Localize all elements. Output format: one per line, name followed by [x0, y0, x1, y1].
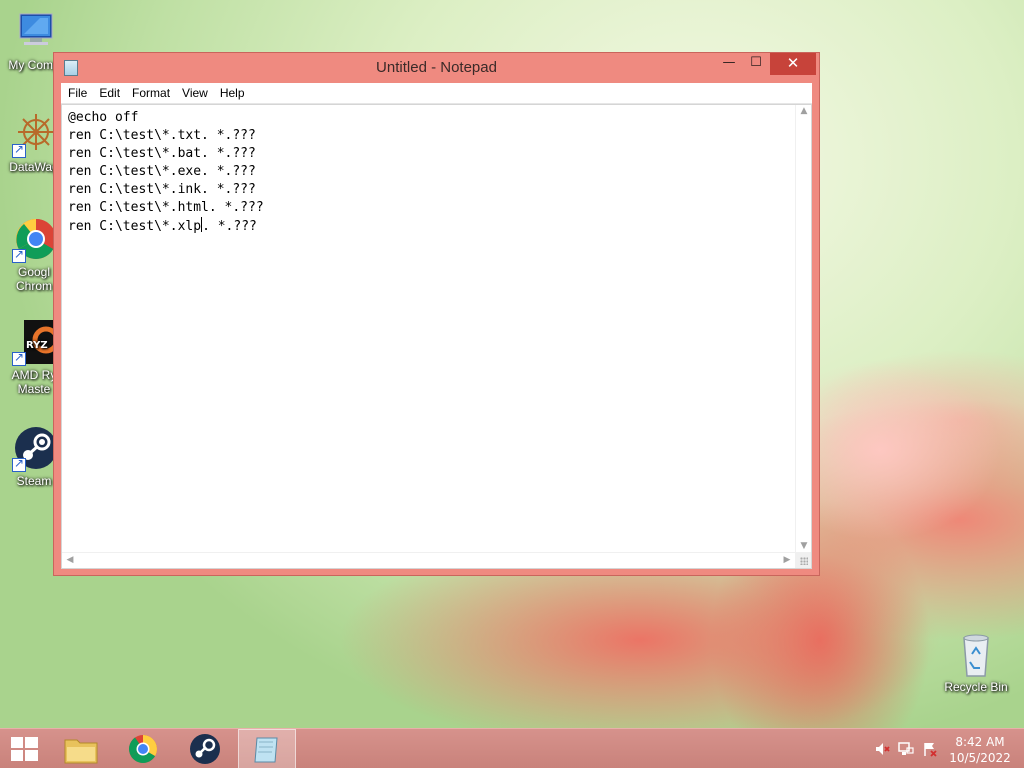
- action-center-flag-icon[interactable]: [922, 741, 938, 757]
- text-line: ren C:\test\*.bat. *.???: [68, 146, 256, 161]
- taskbar: 8:42 AM 10/5/2022: [0, 728, 1024, 769]
- text-line: @echo off: [68, 110, 139, 125]
- shortcut-arrow-icon: [12, 456, 26, 472]
- chrome-icon: [129, 735, 157, 763]
- resize-grip[interactable]: [795, 552, 811, 568]
- desktop-icon-recycle-bin[interactable]: Recycle Bin: [938, 630, 1014, 694]
- datawag-icon: [10, 110, 58, 158]
- menu-view[interactable]: View: [176, 83, 214, 104]
- computer-icon: [10, 8, 58, 56]
- text-before-caret: ren C:\test\*.xlp: [68, 219, 202, 234]
- menu-file[interactable]: File: [61, 83, 93, 104]
- taskbar-file-explorer[interactable]: [52, 729, 110, 769]
- vertical-scrollbar[interactable]: ▲ ▼: [795, 105, 811, 552]
- text-after-caret: . *.???: [202, 219, 257, 234]
- folder-icon: [64, 739, 98, 764]
- taskbar-notepad[interactable]: [238, 729, 296, 769]
- scroll-left-arrow-icon[interactable]: ◀: [62, 555, 78, 565]
- clock-date: 10/5/2022: [949, 751, 1011, 765]
- minimize-button[interactable]: —: [716, 53, 742, 75]
- scroll-right-arrow-icon[interactable]: ▶: [779, 555, 795, 565]
- text-editor[interactable]: @echo off ren C:\test\*.txt. *.??? ren C:\…: [61, 104, 812, 569]
- shortcut-arrow-icon: [12, 350, 26, 366]
- svg-text:RYZ: RYZ: [26, 340, 48, 351]
- taskbar-chrome[interactable]: [114, 729, 172, 769]
- window-title: Untitled - Notepad: [376, 59, 497, 76]
- steam-icon: [10, 424, 58, 472]
- notepad-window: Untitled - Notepad — ☐ ✕ File Edit Format V…: [53, 52, 820, 576]
- recycle-bin-icon: [952, 630, 1000, 678]
- chrome-icon: [10, 215, 58, 263]
- scroll-down-arrow-icon[interactable]: ▼: [796, 541, 812, 551]
- notepad-icon: [254, 737, 278, 763]
- amd-ryzen-icon: RYZ: [10, 318, 62, 366]
- text-line: ren C:\test\*.html. *.???: [68, 200, 264, 215]
- maximize-button[interactable]: ☐: [743, 53, 769, 75]
- taskbar-steam[interactable]: [176, 729, 234, 769]
- windows-logo-icon: [11, 737, 38, 761]
- close-button[interactable]: ✕: [770, 53, 816, 75]
- text-line: ren C:\test\*.txt. *.???: [68, 128, 256, 143]
- desktop: My Comp DataWag: [0, 0, 1024, 728]
- system-clock[interactable]: 8:42 AM 10/5/2022: [944, 734, 1016, 766]
- text-line-current: ren C:\test\*.xlp. *.???: [68, 217, 264, 236]
- clock-time: 8:42 AM: [955, 735, 1005, 749]
- menu-help[interactable]: Help: [214, 83, 251, 104]
- horizontal-scrollbar[interactable]: ◀ ▶: [62, 552, 795, 568]
- title-bar[interactable]: Untitled - Notepad — ☐ ✕: [54, 53, 819, 83]
- scroll-up-arrow-icon[interactable]: ▲: [796, 106, 812, 116]
- shortcut-arrow-icon: [12, 247, 26, 263]
- text-line: ren C:\test\*.exe. *.???: [68, 164, 256, 179]
- menu-edit[interactable]: Edit: [93, 83, 126, 104]
- volume-muted-icon[interactable]: [874, 741, 890, 757]
- network-icon[interactable]: [898, 741, 914, 757]
- start-button[interactable]: [0, 729, 48, 769]
- editor-content[interactable]: @echo off ren C:\test\*.txt. *.??? ren C:\…: [68, 109, 264, 236]
- text-line: ren C:\test\*.ink. *.???: [68, 182, 256, 197]
- steam-icon: [190, 734, 220, 764]
- menu-bar: File Edit Format View Help: [61, 83, 812, 104]
- desktop-icon-label: Recycle Bin: [944, 680, 1008, 694]
- menu-format[interactable]: Format: [126, 83, 176, 104]
- shortcut-arrow-icon: [12, 142, 26, 158]
